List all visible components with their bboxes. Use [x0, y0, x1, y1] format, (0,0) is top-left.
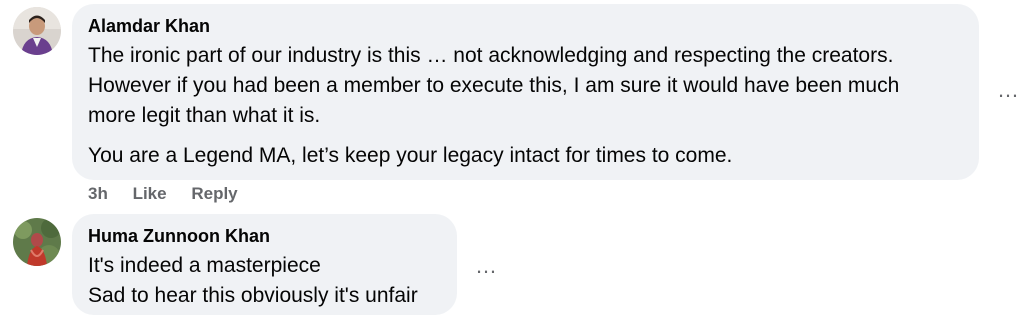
comment-author[interactable]: Huma Zunnoon Khan	[88, 225, 441, 247]
comment-text-line: However if you had been a member to exec…	[88, 74, 900, 97]
like-button[interactable]: Like	[133, 184, 167, 203]
avatar[interactable]	[13, 7, 61, 55]
avatar-image	[13, 7, 61, 55]
comment-bubble: Huma Zunnoon Khan It's indeed a masterpi…	[72, 214, 457, 315]
comment-timestamp[interactable]: 3h	[88, 184, 108, 203]
comment-text-line: more legit than what it is.	[88, 104, 321, 127]
comment-text-line: You are a Legend MA, let’s keep your leg…	[88, 144, 733, 167]
comment-text-line: Sad to hear this obviously it's unfair	[88, 284, 418, 307]
comment-text-line: It's indeed a masterpiece	[88, 254, 321, 277]
comment-actions: 3h Like Reply	[88, 184, 258, 204]
comment-author[interactable]: Alamdar Khan	[88, 15, 963, 37]
avatar[interactable]	[13, 218, 61, 266]
comment-text-line: The ironic part of our industry is this …	[88, 44, 894, 67]
comment-bubble: Alamdar Khan The ironic part of our indu…	[72, 4, 979, 180]
reply-button[interactable]: Reply	[191, 184, 237, 203]
more-options-icon[interactable]: …	[997, 79, 1020, 101]
more-options-icon[interactable]: …	[475, 255, 498, 277]
comment-thread: Alamdar Khan The ironic part of our indu…	[0, 0, 1024, 315]
avatar-image	[13, 218, 61, 266]
